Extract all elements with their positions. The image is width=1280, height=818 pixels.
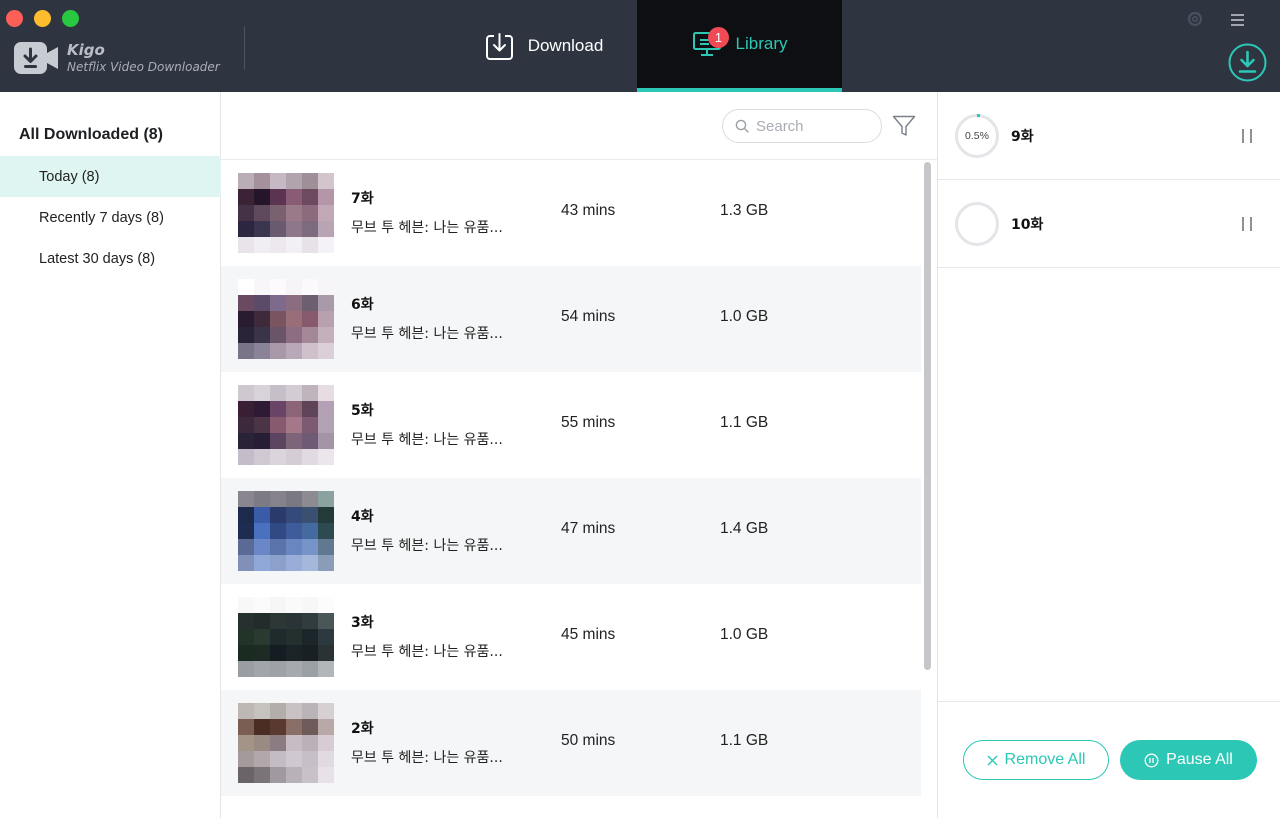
file-size-label: 1.0 GB	[720, 626, 769, 643]
video-thumbnail	[238, 597, 334, 677]
list-scrollbar[interactable]	[922, 160, 933, 818]
video-thumbnail	[238, 491, 334, 571]
download-queue-panel: 0.5% 9화 10화 Remove All Pause All	[937, 92, 1280, 818]
sidebar-item-recent-7-days[interactable]: Recently 7 days (8)	[0, 197, 221, 238]
close-window-button[interactable]	[6, 10, 23, 27]
table-row[interactable]: 5화무브 투 헤븐: 나는 유품... 55 mins 1.1 GB	[221, 372, 921, 478]
file-size-label: 1.0 GB	[720, 308, 769, 325]
duration-label: 45 mins	[561, 626, 616, 643]
sidebar: All Downloaded (8) Today (8) Recently 7 …	[0, 92, 221, 818]
search-input[interactable]	[756, 117, 866, 135]
pause-circle-icon	[1144, 753, 1159, 768]
search-box[interactable]	[722, 109, 882, 143]
table-row[interactable]: 4화무브 투 헤븐: 나는 유품... 47 mins 1.4 GB	[221, 478, 921, 584]
duration-label: 43 mins	[561, 202, 616, 219]
sidebar-item-latest-30-days[interactable]: Latest 30 days (8)	[0, 238, 221, 279]
menu-icon[interactable]	[1231, 14, 1244, 26]
pause-all-button[interactable]: Pause All	[1120, 740, 1257, 780]
table-row[interactable]: 3화무브 투 헤븐: 나는 유품... 45 mins 1.0 GB	[221, 584, 921, 690]
header-divider	[244, 26, 245, 70]
table-row[interactable]: 2화무브 투 헤븐: 나는 유품... 50 mins 1.1 GB	[221, 690, 921, 796]
file-size-label: 1.3 GB	[720, 202, 769, 219]
zoom-window-button[interactable]	[62, 10, 79, 27]
video-title: 무브 투 헤븐: 나는 유품...	[351, 750, 503, 766]
table-row[interactable]: 6화무브 투 헤븐: 나는 유품... 54 mins 1.0 GB	[221, 266, 921, 372]
episode-label: 6화	[351, 297, 374, 313]
queue-item-name: 9화	[1011, 129, 1034, 145]
queue-item-name: 10화	[1011, 217, 1044, 233]
video-thumbnail	[238, 385, 334, 465]
video-thumbnail	[238, 173, 334, 253]
tab-download-label: Download	[527, 36, 604, 55]
tab-library-label: Library	[735, 34, 788, 53]
tab-download[interactable]: Download	[452, 0, 636, 92]
download-list-panel: 7화무브 투 헤븐: 나는 유품...43 mins1.3 GB6화무브 투 헤…	[221, 92, 937, 818]
progress-ring	[955, 202, 999, 246]
video-title: 무브 투 헤븐: 나는 유품...	[351, 538, 503, 554]
video-title: 무브 투 헤븐: 나는 유품...	[351, 644, 503, 660]
library-count-badge: 1	[708, 27, 729, 48]
tab-library[interactable]: Library 1	[637, 0, 842, 92]
search-icon	[735, 119, 749, 133]
table-row[interactable]: 7화무브 투 헤븐: 나는 유품... 43 mins 1.3 GB	[221, 160, 921, 266]
file-size-label: 1.4 GB	[720, 520, 769, 537]
remove-all-label: Remove All	[1004, 751, 1086, 768]
duration-label: 50 mins	[561, 732, 616, 749]
episode-label: 3화	[351, 615, 374, 631]
duration-label: 47 mins	[561, 520, 616, 537]
app-name: Kigo	[67, 41, 105, 59]
progress-percent: 0.5%	[965, 130, 989, 142]
remove-all-button[interactable]: Remove All	[963, 740, 1109, 780]
video-title: 무브 투 헤븐: 나는 유품...	[351, 432, 503, 448]
pause-icon[interactable]	[1241, 129, 1253, 143]
video-thumbnail	[238, 703, 334, 783]
video-title: 무브 투 헤븐: 나는 유품...	[351, 220, 503, 236]
app-logo-icon	[14, 42, 58, 74]
app-subtitle: Netflix Video Downloader	[67, 60, 220, 74]
gear-icon[interactable]	[1186, 10, 1204, 28]
pause-all-label: Pause All	[1166, 751, 1233, 768]
filter-icon[interactable]	[892, 114, 916, 138]
sidebar-heading[interactable]: All Downloaded (8)	[19, 126, 163, 144]
episode-label: 5화	[351, 403, 374, 419]
close-icon	[987, 755, 998, 766]
video-thumbnail	[238, 279, 334, 359]
file-size-label: 1.1 GB	[720, 732, 769, 749]
minimize-window-button[interactable]	[34, 10, 51, 27]
sidebar-item-today[interactable]: Today (8)	[0, 156, 221, 197]
video-title: 무브 투 헤븐: 나는 유품...	[351, 326, 503, 342]
queue-item: 0.5% 9화	[938, 92, 1280, 180]
file-size-label: 1.1 GB	[720, 414, 769, 431]
scrollbar-thumb[interactable]	[924, 162, 931, 670]
download-tab-icon	[485, 32, 513, 60]
duration-label: 55 mins	[561, 414, 616, 431]
duration-label: 54 mins	[561, 308, 616, 325]
episode-label: 2화	[351, 721, 374, 737]
queue-item: 10화	[938, 180, 1280, 268]
title-bar: Kigo Netflix Video Downloader Download L…	[0, 0, 1280, 92]
episode-label: 7화	[351, 191, 374, 207]
download-queue-icon[interactable]	[1228, 43, 1267, 82]
pause-icon[interactable]	[1241, 217, 1253, 231]
panel-footer-divider	[938, 701, 1280, 702]
episode-label: 4화	[351, 509, 374, 525]
